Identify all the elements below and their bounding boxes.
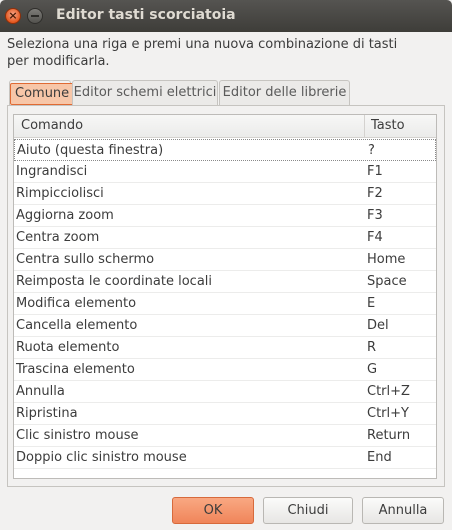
key-cell: Return — [367, 428, 411, 443]
title-bar[interactable]: × Editor tasti scorciatoia — [0, 0, 452, 32]
table-row[interactable]: Clic sinistro mouse Return — [14, 425, 436, 447]
window-minimize-button[interactable] — [27, 8, 43, 24]
table-row[interactable]: Annulla Ctrl+Z — [14, 381, 436, 403]
command-cell: Aiuto (questa finestra) — [17, 143, 164, 158]
close-button[interactable]: Chiudi — [263, 497, 353, 524]
command-cell: Ruota elemento — [16, 340, 120, 355]
table-row[interactable]: Aggiorna zoom F3 — [14, 205, 436, 227]
tab-label: Editor delle librerie — [222, 85, 347, 100]
command-cell: Clic sinistro mouse — [16, 428, 139, 443]
key-cell: E — [367, 296, 376, 311]
table-row[interactable]: Ruota elemento R — [14, 337, 436, 359]
key-cell: F1 — [367, 164, 383, 179]
table-row[interactable]: Modifica elemento E — [14, 293, 436, 315]
table-row[interactable]: Rimpicciolisci F2 — [14, 183, 436, 205]
table-row[interactable]: Centra sullo schermo Home — [14, 249, 436, 271]
tab-editor-schemi-elettrici[interactable]: Editor schemi elettrici — [72, 80, 218, 106]
key-cell: Ctrl+Z — [367, 384, 410, 399]
key-cell: G — [367, 362, 378, 377]
table-row[interactable]: Doppio clic sinistro mouse End — [14, 447, 436, 469]
table-row[interactable]: Centra zoom F4 — [14, 227, 436, 249]
key-cell: Del — [367, 318, 389, 333]
instructions-text: Seleziona una riga e premi una nuova com… — [7, 37, 398, 69]
key-cell: Home — [367, 252, 406, 267]
cancel-button[interactable]: Annulla — [362, 497, 444, 524]
tab-comune[interactable]: Comune — [9, 80, 75, 106]
close-icon: × — [8, 9, 18, 22]
command-cell: Ripristina — [16, 406, 78, 421]
key-cell: ? — [368, 143, 375, 158]
command-cell: Doppio clic sinistro mouse — [16, 450, 187, 465]
key-cell: F3 — [367, 208, 383, 223]
key-cell: Ctrl+Y — [367, 406, 409, 421]
command-cell: Aggiorna zoom — [16, 208, 114, 223]
table-row[interactable]: Cancella elemento Del — [14, 315, 436, 337]
key-cell: R — [367, 340, 377, 355]
command-cell: Reimposta le coordinate locali — [16, 274, 213, 289]
command-cell: Ingrandisci — [16, 164, 88, 179]
window-close-button[interactable]: × — [5, 8, 21, 24]
command-cell: Annulla — [16, 384, 65, 399]
command-cell: Modifica elemento — [16, 296, 137, 311]
table-row[interactable]: Ingrandisci F1 — [14, 161, 436, 183]
column-header-key[interactable]: Tasto — [365, 115, 436, 137]
key-cell: Space — [367, 274, 407, 289]
table-row[interactable]: Aiuto (questa finestra)? — [14, 139, 436, 161]
command-cell: Centra zoom — [16, 230, 100, 245]
tab-editor-delle-librerie[interactable]: Editor delle librerie — [219, 80, 350, 106]
command-cell: Rimpicciolisci — [16, 186, 104, 201]
command-cell: Centra sullo schermo — [16, 252, 155, 267]
column-header-command[interactable]: Comando — [14, 115, 365, 137]
table-row[interactable]: Ripristina Ctrl+Y — [14, 403, 436, 425]
table-row[interactable]: Reimposta le coordinate locali Space — [14, 271, 436, 293]
shortcut-table[interactable]: Comando Tasto Aiuto (questa finestra)? In… — [13, 114, 437, 479]
ok-button[interactable]: OK — [172, 497, 254, 524]
command-cell: Trascina elemento — [16, 362, 135, 377]
command-cell: Cancella elemento — [16, 318, 138, 333]
minimize-icon — [31, 15, 39, 17]
tab-label: Comune — [10, 83, 75, 105]
window-title: Editor tasti scorciatoia — [56, 7, 236, 23]
key-cell: F2 — [367, 186, 383, 201]
tab-label: Editor schemi elettrici — [73, 85, 217, 100]
key-cell: End — [367, 450, 392, 465]
key-cell: F4 — [367, 230, 383, 245]
table-header: Comando Tasto — [14, 115, 436, 138]
table-row[interactable]: Trascina elemento G — [14, 359, 436, 381]
